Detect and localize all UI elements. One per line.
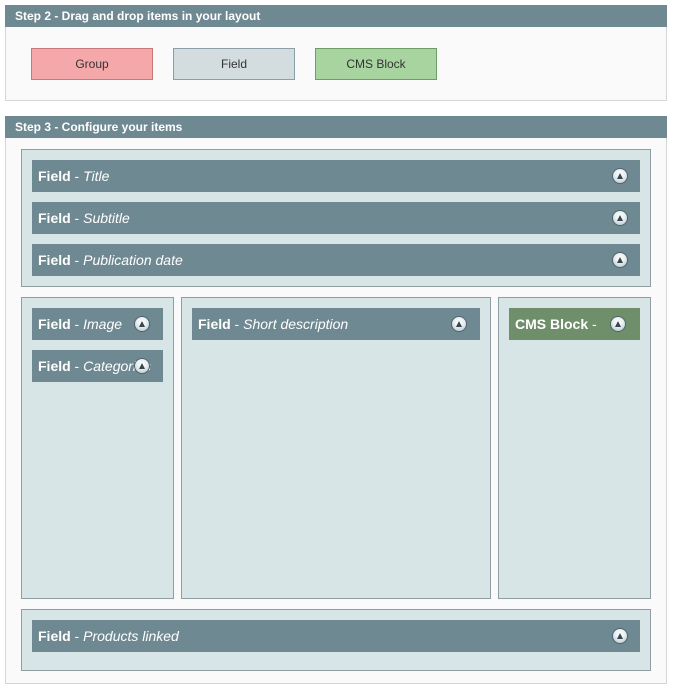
field-publication-date[interactable]: Field - Publication date (32, 244, 640, 276)
cms-sep: - (588, 316, 597, 332)
field-categories[interactable]: Field - Categories (32, 350, 163, 382)
field-kind: Field (38, 168, 71, 184)
field-sep: - (70, 358, 84, 374)
field-name: Title (83, 168, 110, 184)
collapse-toggle-icon[interactable] (612, 210, 628, 226)
palette-field-label: Field (220, 57, 247, 71)
field-subtitle[interactable]: Field - Subtitle (32, 202, 640, 234)
field-sep: - (70, 628, 84, 644)
collapse-toggle-icon[interactable] (612, 628, 628, 644)
field-sep: - (70, 252, 84, 268)
palette-group[interactable]: Group (31, 48, 153, 80)
group-left[interactable] (21, 297, 174, 599)
field-name: Publication date (83, 252, 183, 268)
field-sep: - (70, 210, 84, 226)
field-kind: Field (198, 316, 231, 332)
field-kind: Field (38, 252, 71, 268)
collapse-toggle-icon[interactable] (612, 168, 628, 184)
palette-group-label: Group (75, 57, 109, 71)
step2-title: Step 2 - Drag and drop items in your lay… (15, 9, 261, 23)
field-title[interactable]: Field - Title (32, 160, 640, 192)
palette-cms-block-label: CMS Block (346, 57, 406, 71)
cms-kind: CMS Block (515, 316, 589, 332)
group-middle[interactable] (181, 297, 491, 599)
field-products-linked[interactable]: Field - Products linked (32, 620, 640, 652)
field-kind: Field (38, 316, 71, 332)
collapse-toggle-icon[interactable] (610, 316, 626, 332)
collapse-toggle-icon[interactable] (612, 252, 628, 268)
field-sep: - (230, 316, 244, 332)
field-sep: - (70, 168, 84, 184)
collapse-toggle-icon[interactable] (134, 316, 150, 332)
field-name: Subtitle (83, 210, 130, 226)
field-name: Short description (243, 316, 349, 332)
palette-field[interactable]: Field (173, 48, 295, 80)
cms-block-item[interactable]: CMS Block - (509, 308, 640, 340)
step2-header: Step 2 - Drag and drop items in your lay… (5, 5, 667, 27)
field-sep: - (70, 316, 84, 332)
field-image[interactable]: Field - Image (32, 308, 163, 340)
field-kind: Field (38, 210, 71, 226)
palette-cms-block[interactable]: CMS Block (315, 48, 437, 80)
field-kind: Field (38, 358, 71, 374)
group-right[interactable] (498, 297, 651, 599)
step3-title: Step 3 - Configure your items (15, 120, 183, 134)
collapse-toggle-icon[interactable] (134, 358, 150, 374)
field-name: Image (83, 316, 123, 332)
step3-header: Step 3 - Configure your items (5, 116, 667, 138)
field-name: Products linked (83, 628, 179, 644)
collapse-toggle-icon[interactable] (451, 316, 467, 332)
field-kind: Field (38, 628, 71, 644)
field-short-description[interactable]: Field - Short description (192, 308, 480, 340)
